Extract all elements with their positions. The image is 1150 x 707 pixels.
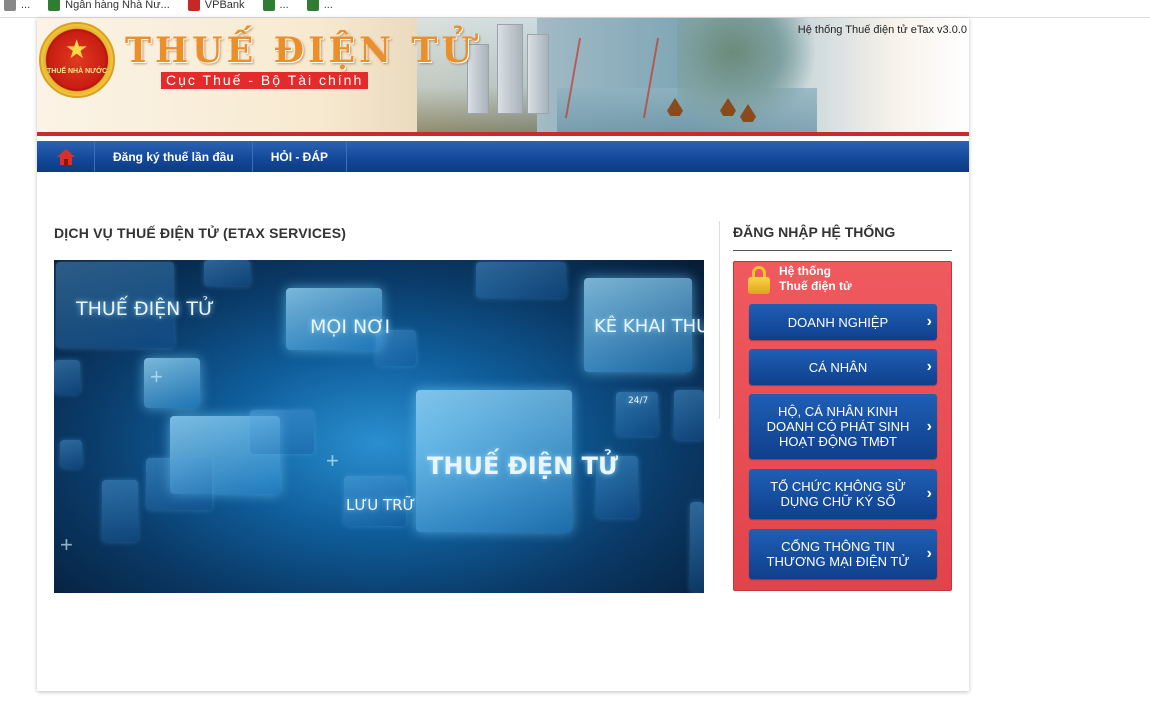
login-panel: Hệ thống Thuế điện tử DOANH NGHIỆP › CÁ …: [733, 261, 952, 591]
site-title: THUẾ ĐIỆN TỬ: [125, 30, 476, 71]
column-divider: [719, 221, 720, 419]
hero-tile: [146, 458, 212, 510]
hero-text: MỌI NƠI: [310, 316, 391, 338]
hero-text: LƯU TRỮ: [346, 496, 416, 514]
bookmark-item[interactable]: Ngân hàng Nhà Nư...: [48, 0, 170, 11]
login-ecommerce-portal-button[interactable]: CỔNG THÔNG TIN THƯƠNG MẠI ĐIỆN TỬ ›: [749, 529, 937, 579]
home-icon: [56, 148, 75, 165]
banner-building: [527, 34, 549, 114]
hero-text: KÊ KHAI THUẾ: [594, 316, 704, 337]
nav-home-button[interactable]: [37, 141, 95, 172]
plus-icon: +: [150, 364, 163, 389]
hero-tile: [674, 390, 704, 440]
hero-banner-image: + + + THUẾ ĐIỆN TỬ MỌI NƠI KÊ KHAI THUẾ …: [54, 260, 704, 593]
login-panel-line1: Hệ thống: [779, 264, 831, 278]
login-individual-button[interactable]: CÁ NHÂN ›: [749, 349, 937, 385]
page-container: ★ THUẾ NHÀ NƯỚC THUẾ ĐIỆN TỬ Cục Thuế - …: [37, 18, 969, 691]
nav-item-faq[interactable]: HỎI - ĐÁP: [253, 141, 348, 172]
plus-icon: +: [60, 532, 73, 557]
login-household-ecommerce-button[interactable]: HỘ, CÁ NHÂN KINH DOANH CÓ PHÁT SINH HOẠT…: [749, 394, 937, 459]
bookmark-icon: [4, 0, 16, 11]
login-button-label: TỔ CHỨC KHÔNG SỬ DỤNG CHỮ KÝ SỐ: [770, 479, 906, 509]
hero-tile: [250, 410, 314, 454]
chevron-right-icon: ›: [926, 313, 932, 330]
chevron-right-icon: ›: [926, 545, 932, 562]
emblem-text: THUẾ NHÀ NƯỚC: [47, 68, 107, 75]
bookmarks-bar: ... Ngân hàng Nhà Nư... VPBank ... ...: [0, 0, 1150, 18]
bookmark-item[interactable]: ...: [4, 0, 30, 11]
hero-text: 24/7: [628, 396, 649, 406]
login-business-button[interactable]: DOANH NGHIỆP ›: [749, 304, 937, 340]
banner-building: [497, 24, 523, 114]
banner-bridge: [564, 38, 660, 118]
hero-tile: [476, 262, 566, 298]
hero-tile: [54, 360, 80, 394]
login-button-label: DOANH NGHIỆP: [787, 314, 889, 330]
login-title: ĐĂNG NHẬP HỆ THỐNG: [733, 224, 896, 240]
hero-tile: [690, 502, 704, 592]
chevron-right-icon: ›: [926, 417, 932, 435]
header-banner: ★ THUẾ NHÀ NƯỚC THUẾ ĐIỆN TỬ Cục Thuế - …: [37, 18, 969, 132]
login-org-no-signature-button[interactable]: TỔ CHỨC KHÔNG SỬ DỤNG CHỮ KÝ SỐ ›: [749, 469, 937, 519]
lock-icon: [748, 266, 770, 294]
plus-icon: +: [326, 448, 339, 473]
hero-text: THUẾ ĐIỆN TỬ: [427, 452, 618, 480]
login-panel-line2: Thuế điện tử: [779, 279, 852, 293]
chevron-right-icon: ›: [926, 358, 932, 375]
version-label: Hệ thống Thuế điện tử eTax v3.0.0: [797, 24, 967, 36]
section-title: DỊCH VỤ THUẾ ĐIỆN TỬ (ETAX SERVICES): [54, 225, 347, 241]
login-title-underline: [733, 250, 952, 251]
site-subtitle: Cục Thuế - Bộ Tài chính: [161, 72, 369, 89]
header-divider: [37, 132, 969, 136]
star-icon: ★: [65, 34, 89, 64]
hero-tile: [204, 260, 250, 286]
bookmark-item[interactable]: ...: [306, 0, 333, 11]
login-button-label: CÁ NHÂN: [808, 359, 868, 375]
hero-tile: [60, 440, 82, 468]
login-button-label: HỘ, CÁ NHÂN KINH DOANH CÓ PHÁT SINH HOẠT…: [766, 404, 910, 449]
tax-emblem-logo[interactable]: ★ THUẾ NHÀ NƯỚC: [39, 22, 115, 98]
bookmark-icon: [187, 0, 200, 11]
bookmark-icon: [262, 0, 275, 11]
chevron-right-icon: ›: [926, 485, 932, 502]
hero-text: THUẾ ĐIỆN TỬ: [76, 298, 215, 320]
login-panel-heading: Hệ thống Thuế điện tử: [779, 264, 852, 294]
bookmark-item[interactable]: ...: [262, 0, 289, 11]
bookmark-icon: [306, 0, 319, 11]
nav-item-tax-registration[interactable]: Đăng ký thuế lần đầu: [95, 141, 253, 172]
bookmark-icon: [48, 0, 61, 11]
main-navbar: Đăng ký thuế lần đầu HỎI - ĐÁP: [37, 141, 969, 172]
hero-tile: [102, 480, 138, 542]
login-button-label: CỔNG THÔNG TIN THƯƠNG MẠI ĐIỆN TỬ: [766, 539, 910, 569]
bookmark-item[interactable]: VPBank: [187, 0, 245, 11]
